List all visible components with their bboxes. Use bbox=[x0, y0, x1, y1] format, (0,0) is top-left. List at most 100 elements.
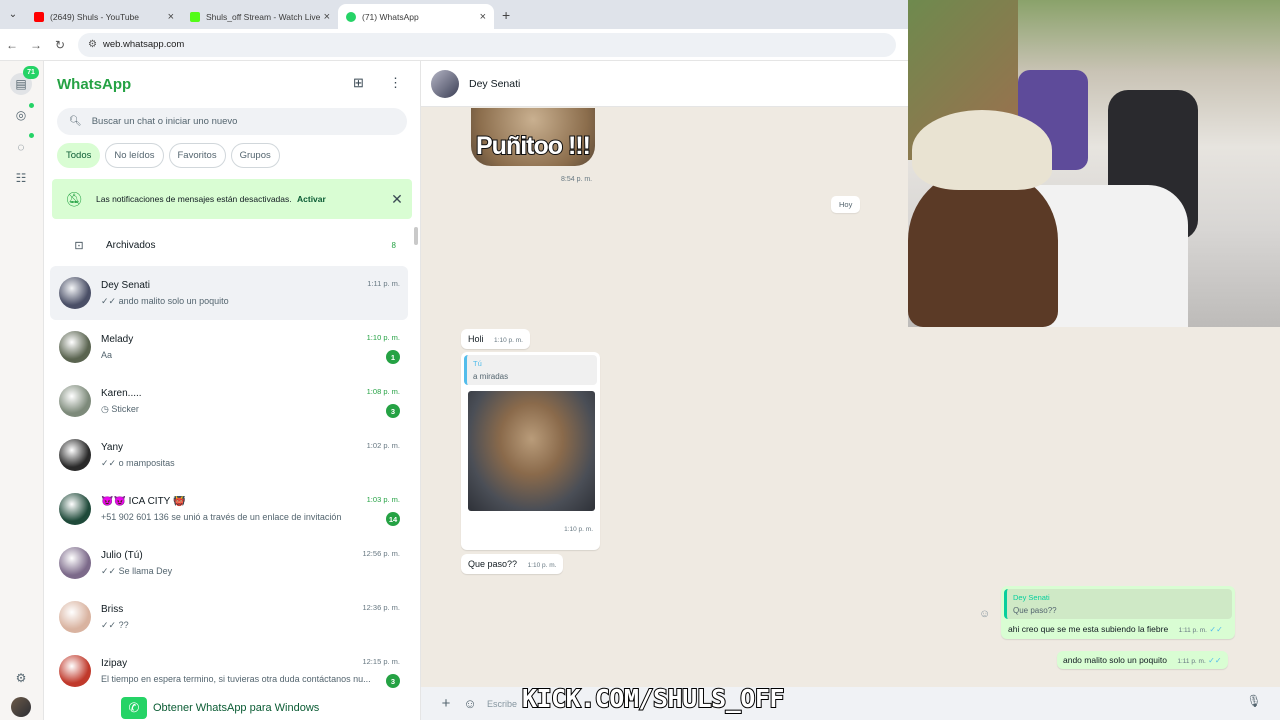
search-placeholder: Buscar un chat o iniciar uno nuevo bbox=[91, 116, 238, 127]
tab-whatsapp[interactable]: (71) WhatsApp × bbox=[338, 4, 494, 29]
chat-row[interactable]: Dey Senati ✓✓ ando malito solo un poquito… bbox=[50, 266, 408, 320]
chat-time: 1:02 p. m. bbox=[366, 441, 400, 450]
message-input[interactable]: Escribe bbox=[487, 699, 517, 709]
message-time: 1:11 p. m. bbox=[1178, 627, 1207, 634]
composer-bar-extension bbox=[908, 687, 1280, 720]
chat-preview: El tiempo en espera termino, si tuvieras… bbox=[101, 674, 371, 684]
tab-youtube[interactable]: (2649) Shuls - YouTube × bbox=[26, 4, 182, 29]
tab-title: (2649) Shuls - YouTube bbox=[50, 11, 139, 22]
chat-name: Karen..... bbox=[101, 387, 142, 399]
sticker-time: 8:54 p. m. bbox=[561, 176, 593, 183]
avatar bbox=[59, 655, 91, 687]
conversation-header[interactable]: Dey Senati bbox=[421, 61, 908, 107]
new-chat-icon[interactable]: ⊞ bbox=[353, 75, 364, 91]
unread-badge: 3 bbox=[386, 404, 400, 418]
message-time: 1:10 p. m. bbox=[527, 562, 557, 569]
url-field[interactable]: ⚙ web.whatsapp.com bbox=[78, 32, 896, 57]
tab-title: Shuls_off Stream - Watch Live o bbox=[206, 11, 320, 22]
archive-icon: ⊡ bbox=[74, 239, 84, 252]
chip-todos[interactable]: Todos bbox=[57, 143, 101, 168]
contact-avatar[interactable] bbox=[431, 69, 459, 98]
outgoing-message-bubble[interactable]: Dey Senati Que paso?? ahi creo que se me… bbox=[1001, 586, 1235, 639]
archived-row[interactable]: ⊡ Archivados 8 bbox=[52, 231, 412, 259]
avatar bbox=[59, 385, 91, 417]
close-icon[interactable]: ✕ bbox=[382, 191, 412, 208]
get-windows-link[interactable]: ✆ Obtener WhatsApp para Windows bbox=[121, 697, 319, 719]
quote-author: Dey Senati bbox=[1013, 593, 1050, 602]
chat-row[interactable]: Melady Aa 1:10 p. m. 1 bbox=[50, 320, 408, 374]
back-icon[interactable]: ← bbox=[0, 38, 24, 52]
chat-row[interactable]: Karen..... ◷ Sticker 1:08 p. m. 3 bbox=[50, 374, 408, 428]
close-tab-icon[interactable]: × bbox=[480, 11, 486, 23]
chip-favoritos[interactable]: Favoritos bbox=[168, 143, 226, 168]
chat-time: 1:08 p. m. bbox=[366, 387, 400, 396]
channels-dot bbox=[29, 133, 34, 138]
whatsapp-icon bbox=[346, 11, 356, 22]
chat-row[interactable]: 😈😈 ICA CITY 👹 +51 902 601 136 se unió a t… bbox=[50, 482, 408, 536]
quote-text: Que paso?? bbox=[1013, 606, 1057, 615]
microphone-icon[interactable]: 🎙︎ bbox=[1244, 694, 1264, 714]
message-time: 1:10 p. m. bbox=[494, 337, 523, 344]
filter-chips: Todos No leídos Favoritos Grupos bbox=[57, 143, 280, 168]
settings-icon[interactable]: ⚙ bbox=[10, 667, 32, 689]
chat-row[interactable]: Briss ✓✓ ?? 12:36 p. m. bbox=[50, 590, 408, 644]
chat-name: 😈😈 ICA CITY 👹 bbox=[101, 496, 186, 507]
kick-icon bbox=[190, 11, 200, 22]
channels-icon[interactable]: ◌ bbox=[10, 136, 32, 158]
profile-avatar[interactable] bbox=[11, 697, 31, 717]
address-bar-row: ← → ↻ ⚙ web.whatsapp.com bbox=[0, 29, 908, 61]
kick-text: KICK.COM/SHULS_OFF bbox=[521, 683, 785, 714]
chip-grupos[interactable]: Grupos bbox=[230, 143, 280, 168]
tab-title: (71) WhatsApp bbox=[362, 11, 419, 22]
quoted-message[interactable]: Dey Senati Que paso?? bbox=[1004, 589, 1232, 619]
read-ticks-icon: ✓✓ bbox=[1208, 656, 1222, 665]
emoji-icon[interactable]: ☺ bbox=[459, 696, 481, 711]
search-input[interactable]: 🔍︎ Buscar un chat o iniciar uno nuevo bbox=[57, 108, 407, 135]
quoted-message[interactable]: Tú a miradas bbox=[464, 355, 597, 385]
chat-preview: ◷ Sticker bbox=[101, 403, 139, 414]
youtube-icon bbox=[34, 11, 44, 22]
cam-cap bbox=[912, 110, 1052, 190]
attach-icon[interactable]: + bbox=[433, 695, 459, 712]
activate-link[interactable]: Activar bbox=[297, 194, 326, 204]
outgoing-message-bubble[interactable]: ando malito solo un poquito 1:11 p. m. ✓… bbox=[1057, 651, 1228, 669]
kick-watermark: KICK.COM/SHULS_OFF bbox=[521, 683, 785, 714]
chat-row[interactable]: Julio (Tú) ✓✓ Se llama Dey 12:56 p. m. bbox=[50, 536, 408, 590]
close-tab-icon[interactable]: × bbox=[324, 11, 330, 23]
new-tab-icon[interactable]: + bbox=[502, 7, 510, 23]
site-settings-icon[interactable]: ⚙ bbox=[88, 39, 97, 50]
contact-name[interactable]: Dey Senati bbox=[469, 78, 520, 90]
reload-icon[interactable]: ↻ bbox=[48, 38, 72, 52]
archived-label: Archivados bbox=[106, 239, 156, 251]
monkey-photo[interactable] bbox=[468, 391, 595, 511]
cam-person bbox=[908, 170, 1058, 327]
status-icon[interactable]: ◎ bbox=[10, 104, 32, 126]
chat-row[interactable]: Izipay El tiempo en espera termino, si tu… bbox=[50, 644, 408, 698]
image-message-bubble[interactable]: Tú a miradas 1:10 p. m. bbox=[461, 352, 600, 550]
chat-row[interactable]: Yany ✓✓ o mampositas 1:02 p. m. bbox=[50, 428, 408, 482]
chat-time: 12:15 p. m. bbox=[362, 657, 400, 666]
chip-no-leidos[interactable]: No leídos bbox=[105, 143, 164, 168]
unread-badge: 3 bbox=[386, 674, 400, 688]
message-time: 1:11 p. m. bbox=[1177, 658, 1206, 665]
get-windows-text: Obtener WhatsApp para Windows bbox=[153, 702, 320, 714]
message-text: Holi bbox=[468, 334, 484, 344]
message-bubble[interactable]: Que paso?? 1:10 p. m. bbox=[461, 554, 564, 574]
communities-icon[interactable]: ☷ bbox=[10, 167, 32, 189]
forward-icon[interactable]: → bbox=[24, 38, 48, 52]
react-emoji-icon[interactable]: ☺ bbox=[979, 608, 993, 622]
tab-search-icon[interactable]: ⌄ bbox=[0, 0, 26, 29]
bell-off-icon: 🔕︎ bbox=[65, 190, 83, 207]
menu-icon[interactable]: ⋮ bbox=[389, 75, 402, 91]
nav-rail: ▤ 71 ◎ ◌ ☷ ⚙ bbox=[0, 61, 44, 720]
chat-list-panel: WhatsApp ⊞ ⋮ 🔍︎ Buscar un chat o iniciar… bbox=[44, 61, 421, 720]
chat-preview: +51 902 601 136 se unió a través de un e… bbox=[101, 512, 342, 522]
message-text: Que paso?? bbox=[468, 559, 518, 569]
scrollbar[interactable] bbox=[414, 227, 418, 245]
close-tab-icon[interactable]: × bbox=[168, 11, 174, 23]
avatar bbox=[59, 331, 91, 363]
chats-unread-badge: 71 bbox=[23, 66, 39, 79]
tab-kick[interactable]: Shuls_off Stream - Watch Live o × bbox=[182, 4, 338, 29]
avatar bbox=[59, 547, 91, 579]
message-bubble[interactable]: Holi 1:10 p. m. bbox=[461, 329, 530, 349]
